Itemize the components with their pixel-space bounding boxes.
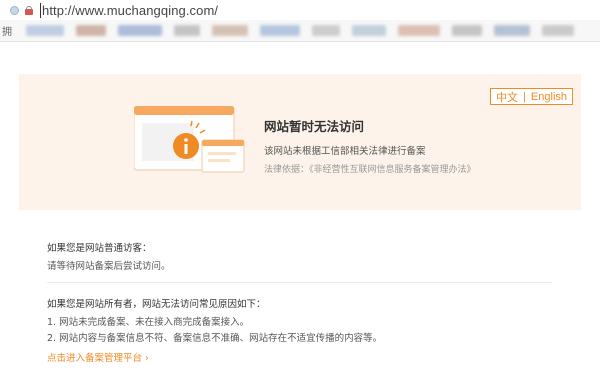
lang-zh-link[interactable]: 中文 xyxy=(496,89,518,105)
bookmark-item[interactable] xyxy=(452,25,482,36)
bookmark-item[interactable] xyxy=(76,25,106,36)
bookmark-item[interactable] xyxy=(398,25,440,36)
owner-heading: 如果您是网站所有者，网站无法访问常见原因如下： xyxy=(47,299,266,310)
bookmark-item[interactable] xyxy=(26,25,64,36)
notice-title: 网站暂时无法访问 xyxy=(264,119,365,134)
language-switch: 中文 | English xyxy=(490,88,573,105)
notice-banner: 中文 | English 网站暂时无法访问 该网站未根据工信部相关法律进行备案 … xyxy=(19,74,581,210)
lang-separator: | xyxy=(523,90,526,103)
bookmark-item[interactable] xyxy=(174,25,200,36)
owner-reason-1: 1. 网站未完成备案、未在接入商完成备案接入。 xyxy=(47,317,250,328)
notice-subtitle: 该网站未根据工信部相关法律进行备案 xyxy=(264,146,426,157)
bookmark-item[interactable] xyxy=(494,25,530,36)
bookmark-first-glyph[interactable]: 拥 xyxy=(0,23,14,38)
visitor-text: 请等待网站备案后尝试访问。 xyxy=(47,261,171,272)
bookmark-item[interactable] xyxy=(260,25,300,36)
url-field[interactable]: http://www.muchangqing.com/ xyxy=(40,2,219,18)
insecure-lock-icon[interactable] xyxy=(24,5,34,15)
bookmark-item[interactable] xyxy=(542,25,574,36)
owner-section: 如果您是网站所有者，网站无法访问常见原因如下： 1. 网站未完成备案、未在接入商… xyxy=(47,296,382,344)
bookmark-item[interactable] xyxy=(312,25,340,36)
url-prefix: http:// xyxy=(42,2,76,18)
notice-law: 法律依据：《非经营性互联网信息服务备案管理办法》 xyxy=(264,165,476,175)
notice-message: 网站暂时无法访问 该网站未根据工信部相关法律进行备案 法律依据：《非经营性互联网… xyxy=(264,116,476,175)
text-cursor xyxy=(40,2,41,18)
bookmarks-bar: 拥 xyxy=(0,20,600,42)
filing-platform-link[interactable]: 点击进入备案管理平台 › xyxy=(47,350,149,364)
lang-en-link[interactable]: English xyxy=(531,91,567,103)
url-host: www.muchangqing.com/ xyxy=(75,2,219,18)
address-bar[interactable]: http://www.muchangqing.com/ xyxy=(0,0,600,20)
browser-warning-illustration xyxy=(134,106,245,173)
visitor-section: 如果您是网站普通访客： 请等待网站备案后尝试访问。 xyxy=(47,240,171,272)
owner-reason-2: 2. 网站内容与备案信息不符、备案信息不准确、网站存在不适宜传播的内容等。 xyxy=(47,333,383,344)
globe-icon xyxy=(10,5,19,15)
visitor-heading: 如果您是网站普通访客： xyxy=(47,243,152,254)
bookmark-item[interactable] xyxy=(352,25,386,36)
section-divider xyxy=(47,282,552,283)
bookmark-item[interactable] xyxy=(212,25,248,36)
bookmark-item[interactable] xyxy=(118,25,162,36)
